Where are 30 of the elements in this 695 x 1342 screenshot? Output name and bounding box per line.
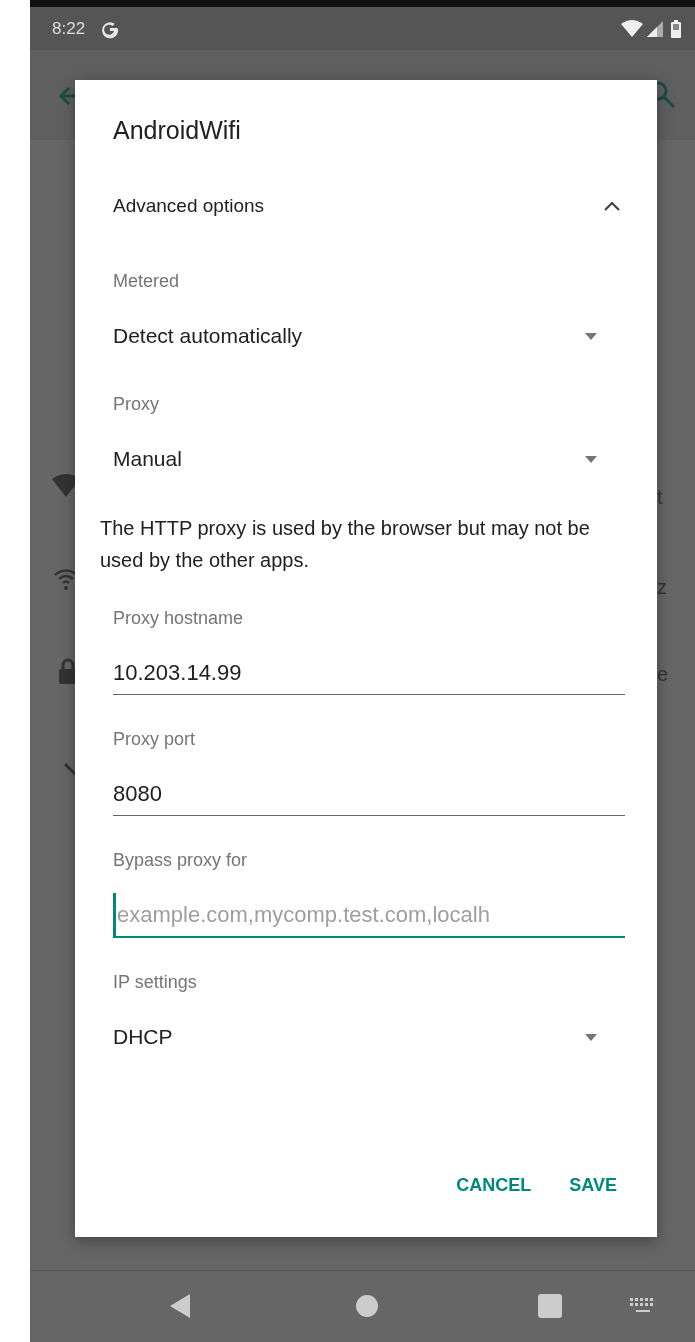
field-label: Proxy hostname [113, 607, 244, 630]
field-label: Metered [113, 270, 180, 293]
dropdown-arrow-icon [585, 332, 597, 340]
dropdown[interactable]: DHCP [113, 1013, 597, 1061]
field-label: Bypass proxy for [113, 849, 248, 872]
mark-icon [63, 762, 77, 776]
input-field[interactable]: 10.203.14.99 [113, 651, 625, 695]
lock-icon [58, 657, 78, 685]
dialog-button[interactable]: CANCEL [444, 1164, 544, 1207]
dialog-title: AndroidWifi [113, 115, 241, 146]
wifi-icon [621, 19, 643, 38]
clock: 8:22 [52, 17, 86, 40]
input-field[interactable]: 8080 [113, 772, 625, 816]
home-icon[interactable] [356, 1295, 378, 1317]
field-label: Proxy port [113, 728, 196, 751]
field-label: IP settings [113, 971, 197, 994]
section-toggle[interactable]: Advanced options [113, 191, 265, 221]
dropdown-arrow-icon [585, 1033, 597, 1041]
signal-icon [647, 20, 663, 37]
battery-icon [671, 19, 681, 38]
dropdown[interactable]: Manual [113, 435, 597, 483]
dialog-button[interactable]: SAVE [557, 1164, 629, 1207]
field-label: Proxy [113, 393, 159, 416]
dropdown-arrow-icon [585, 455, 597, 463]
input-field[interactable]: example.com,mycomp.test.com,localh [113, 893, 625, 938]
chevron-up-icon[interactable] [603, 200, 621, 212]
info-text: The HTTP proxy is used by the browser but may not be used by the other apps. [100, 516, 591, 573]
dropdown[interactable]: Detect automatically [113, 312, 597, 360]
back-icon[interactable] [170, 1294, 190, 1318]
keyboard-icon[interactable] [630, 1298, 656, 1314]
